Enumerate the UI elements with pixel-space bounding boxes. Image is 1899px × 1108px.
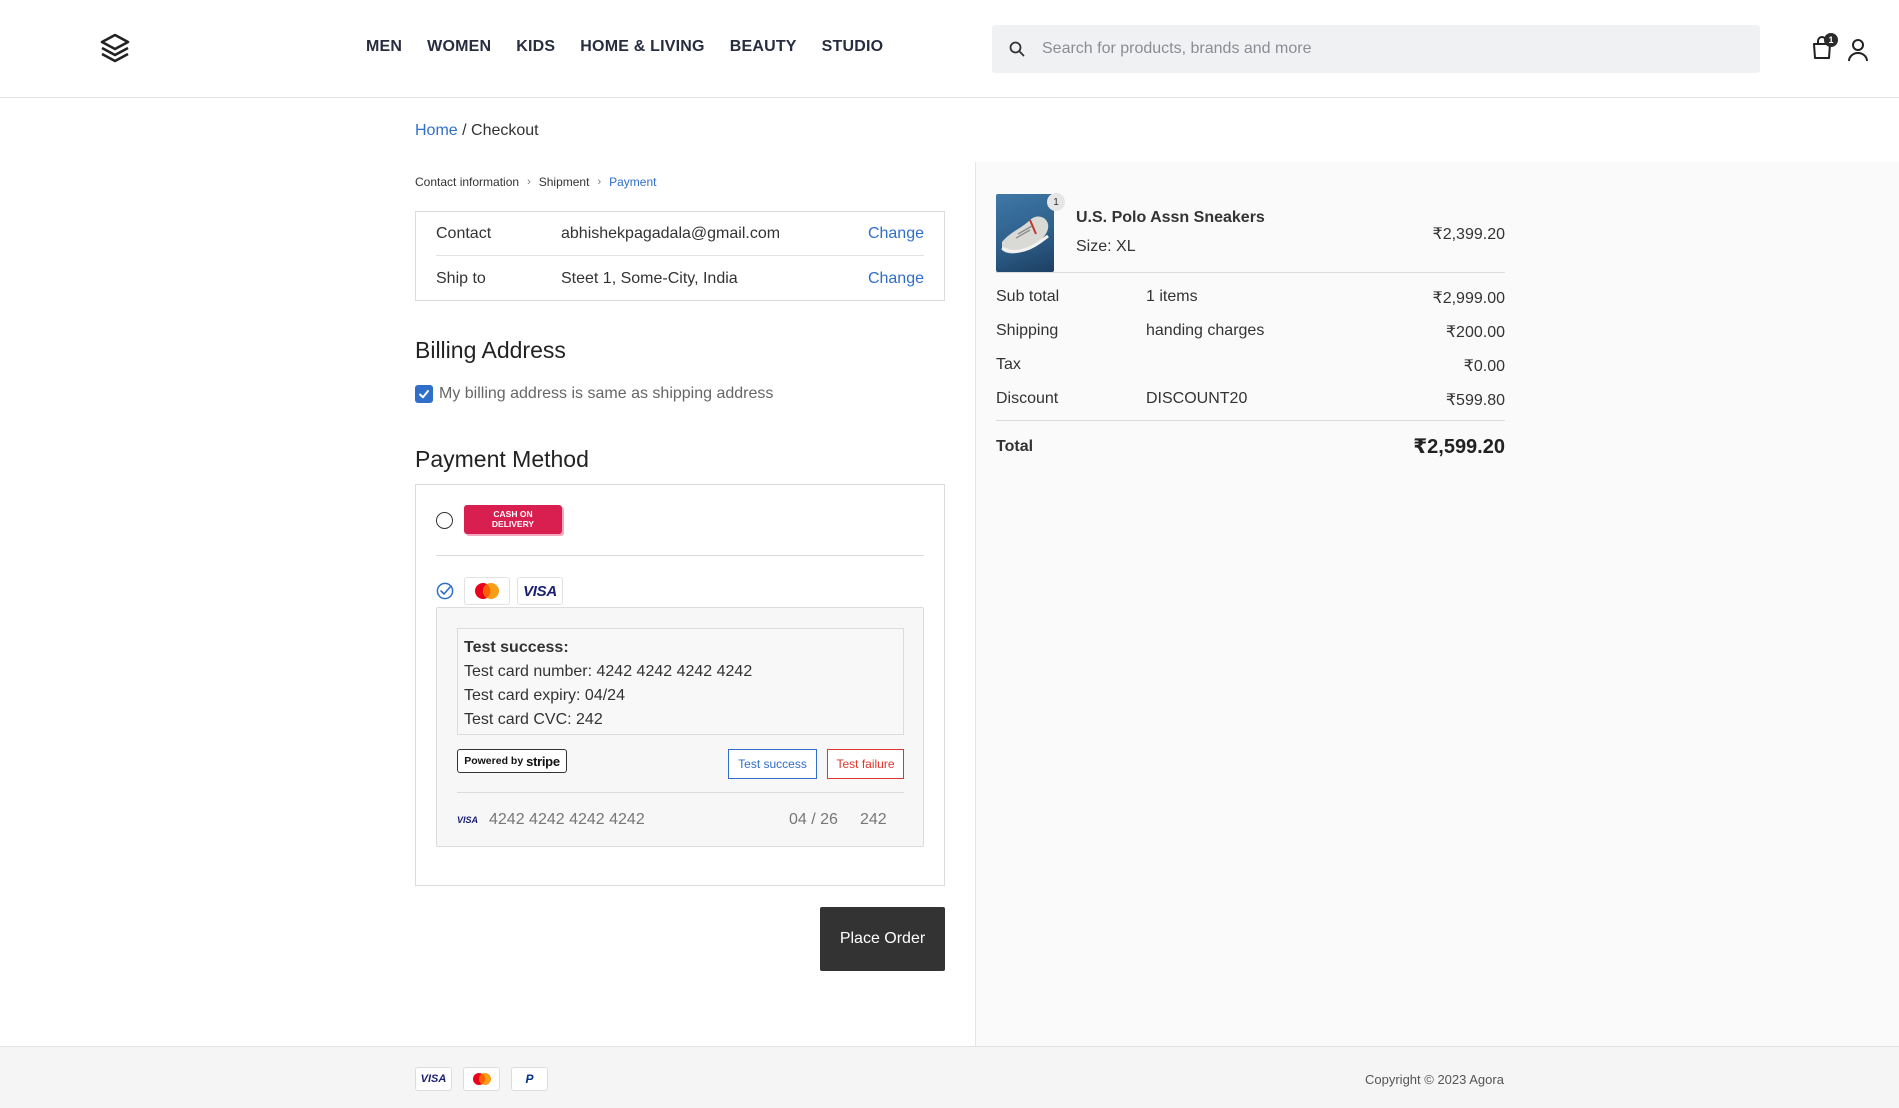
test-success-button[interactable]: Test success (728, 749, 817, 779)
copyright-text: Copyright © 2023 Agora (1365, 1072, 1504, 1087)
cod-label-line2: DELIVERY (491, 519, 535, 529)
card-cvc-field[interactable]: 242 (860, 811, 887, 829)
card-details-input[interactable]: VISA 4242 4242 4242 4242 04 / 26 242 (457, 808, 904, 832)
shipping-value: ₹200.00 (1445, 324, 1505, 341)
ship-to-row: Ship to Steet 1, Some-City, India Change (436, 257, 924, 301)
cod-label-line1: CASH ON (493, 509, 533, 519)
cart-button[interactable]: 1 (1811, 33, 1838, 62)
subtotal-label: Sub total (996, 288, 1060, 305)
ship-to-label: Ship to (436, 270, 486, 287)
nav-item-home-living[interactable]: HOME & LIVING (580, 38, 704, 56)
product-name: U.S. Polo Assn Sneakers (1076, 209, 1265, 226)
discount-value: ₹599.80 (1445, 392, 1505, 409)
tax-row: Tax ₹0.00 (996, 356, 1505, 376)
tax-value: ₹0.00 (1463, 358, 1505, 375)
discount-code: DISCOUNT20 (1146, 390, 1248, 407)
checkout-steps: Contact information › Shipment › Payment (415, 175, 656, 189)
tax-label: Tax (996, 356, 1021, 373)
total-label: Total (996, 438, 1034, 455)
billing-address-title: Billing Address (415, 337, 566, 363)
cod-radio[interactable] (436, 512, 453, 529)
shipping-row: Shipping handing charges ₹200.00 (996, 322, 1505, 342)
breadcrumb: Home / Checkout (415, 122, 539, 140)
billing-same-checkbox[interactable] (415, 385, 433, 403)
cart-count-badge: 1 (1824, 33, 1838, 47)
contact-row: Contact abhishekpagadala@gmail.com Chang… (436, 212, 924, 256)
test-card-number: Test card number: 4242 4242 4242 4242 (464, 663, 753, 680)
test-info-title: Test success: (464, 639, 569, 656)
site-header: MEN WOMEN KIDS HOME & LIVING BEAUTY STUD… (0, 0, 1899, 98)
card-payment-panel: Test success: Test card number: 4242 424… (436, 607, 924, 847)
product-size: Size: XL (1076, 238, 1136, 255)
card-expiry-field[interactable]: 04 / 26 (789, 811, 860, 829)
test-card-cvc: Test card CVC: 242 (464, 711, 603, 728)
site-footer: VISA P Copyright © 2023 Agora (0, 1046, 1899, 1108)
user-profile-button[interactable] (1847, 38, 1869, 62)
user-icon (1848, 39, 1868, 62)
subtotal-row: Sub total 1 items ₹2,999.00 (996, 288, 1505, 308)
card-option-selected-icon[interactable] (436, 582, 454, 605)
discount-label: Discount (996, 390, 1059, 407)
subtotal-value: ₹2,999.00 (1432, 290, 1505, 307)
nav-item-women[interactable]: WOMEN (427, 38, 491, 56)
change-shipping-link[interactable]: Change (868, 270, 924, 288)
step-payment[interactable]: Payment (609, 175, 656, 189)
nav-item-studio[interactable]: STUDIO (822, 38, 884, 56)
test-card-info: Test success: Test card number: 4242 424… (457, 628, 904, 735)
nav-item-beauty[interactable]: BEAUTY (730, 38, 797, 56)
total-row: Total ₹2,599.20 (996, 434, 1505, 458)
chevron-right-icon: › (597, 176, 602, 188)
total-divider (996, 420, 1505, 421)
nav-item-kids[interactable]: KIDS (516, 38, 555, 56)
place-order-button[interactable]: Place Order (820, 907, 945, 971)
visa-mini-icon: VISA (457, 815, 479, 825)
subtotal-items: 1 items (1146, 288, 1198, 305)
payment-method-title: Payment Method (415, 446, 589, 472)
chevron-right-icon: › (527, 176, 531, 188)
contact-value: abhishekpagadala@gmail.com (561, 224, 781, 242)
footer-visa-icon: VISA (415, 1067, 452, 1091)
footer-mastercard-icon (463, 1067, 500, 1091)
summary-divider (996, 272, 1505, 273)
payment-method-box: CASH ON DELIVERY VISA Test success: Test… (415, 484, 945, 886)
checkmark-icon (419, 390, 429, 399)
shipping-note: handing charges (1146, 322, 1265, 339)
step-contact[interactable]: Contact information (415, 175, 519, 189)
contact-shipping-summary: Contact abhishekpagadala@gmail.com Chang… (415, 211, 945, 301)
visa-logo: VISA (517, 577, 563, 605)
step-shipment[interactable]: Shipment (539, 175, 590, 189)
discount-row: Discount DISCOUNT20 ₹599.80 (996, 390, 1505, 410)
billing-same-label: My billing address is same as shipping a… (439, 385, 774, 402)
nav-item-men[interactable]: MEN (366, 38, 402, 56)
breadcrumb-current: Checkout (471, 122, 539, 139)
footer-paypal-icon: P (511, 1067, 548, 1091)
product-image (996, 194, 1054, 272)
ship-to-value: Steet 1, Some-City, India (561, 270, 738, 287)
test-card-expiry: Test card expiry: 04/24 (464, 687, 625, 704)
breadcrumb-home-link[interactable]: Home (415, 122, 458, 139)
change-contact-link[interactable]: Change (868, 225, 924, 243)
brand-logo-icon[interactable] (99, 33, 131, 67)
breadcrumb-separator: / (457, 122, 472, 139)
search-input[interactable] (1042, 40, 1722, 58)
search-icon[interactable] (992, 25, 1042, 73)
billing-same-checkbox-row[interactable]: My billing address is same as shipping a… (415, 385, 773, 403)
total-value: ₹2,599.20 (1413, 436, 1505, 458)
powered-by-stripe-badge[interactable]: Powered by stripe (457, 749, 567, 773)
shipping-label: Shipping (996, 322, 1059, 339)
search-bar (992, 25, 1760, 73)
main-nav: MEN WOMEN KIDS HOME & LIVING BEAUTY STUD… (366, 38, 908, 56)
card-input-divider (457, 792, 904, 793)
payment-divider (436, 555, 924, 556)
mastercard-icon (464, 577, 510, 605)
test-failure-button[interactable]: Test failure (827, 749, 904, 779)
card-number-field[interactable]: 4242 4242 4242 4242 (489, 811, 789, 829)
product-quantity-badge: 1 (1047, 193, 1065, 211)
contact-label: Contact (436, 224, 492, 242)
product-price: ₹2,399.20 (1432, 226, 1505, 243)
cash-on-delivery-option[interactable]: CASH ON DELIVERY (464, 505, 562, 534)
